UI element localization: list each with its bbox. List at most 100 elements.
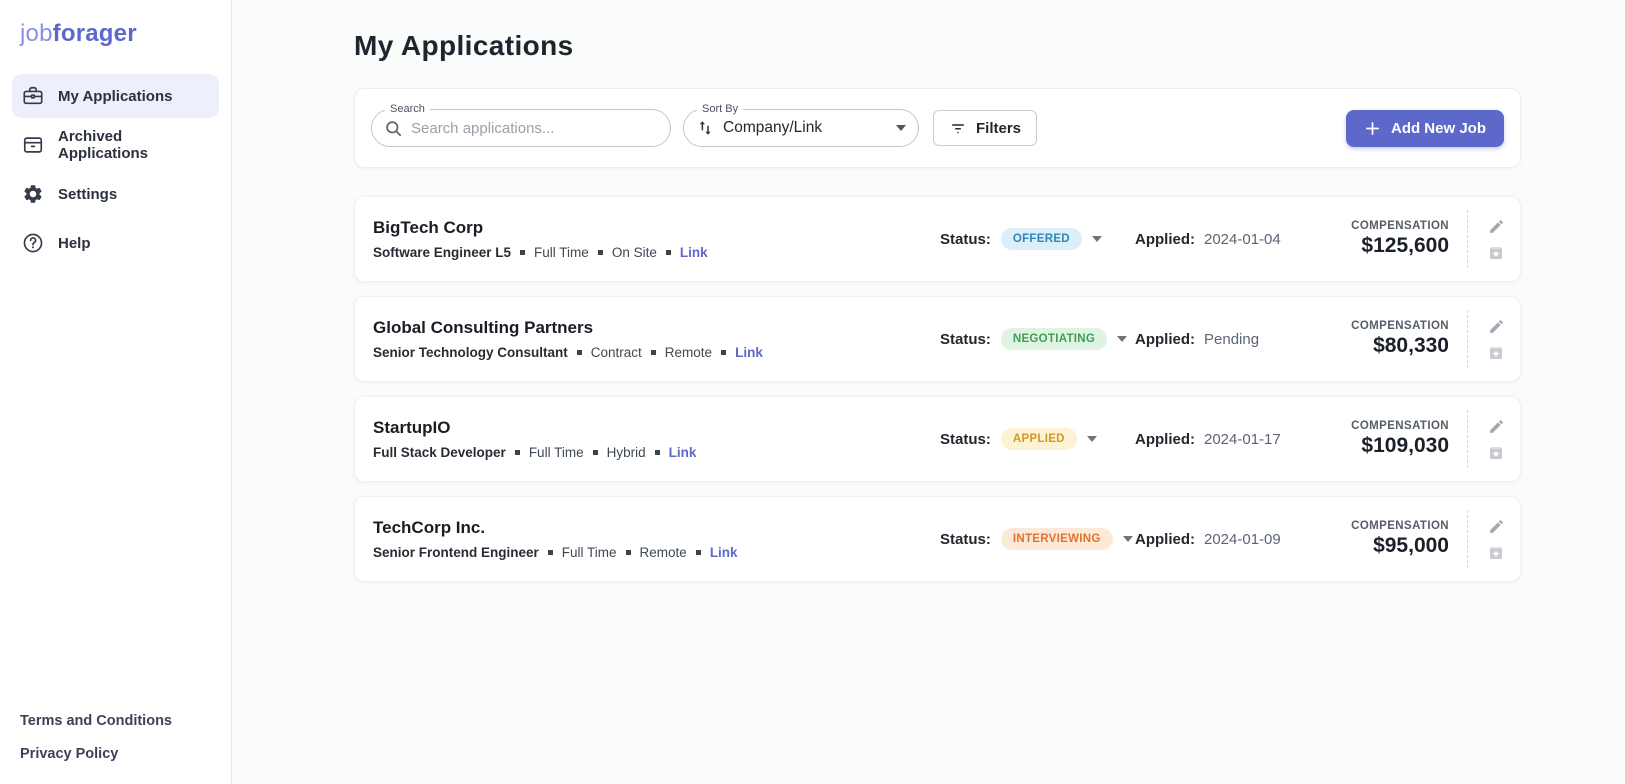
bullet-separator (514, 450, 520, 455)
edit-button[interactable] (1488, 318, 1505, 335)
sidebar-item-my-applications[interactable]: My Applications (12, 74, 219, 118)
applications-list: BigTech Corp Software Engineer L5 Full T… (354, 196, 1521, 582)
status-group: Status: APPLIED (940, 428, 1135, 450)
status-label: Status: (940, 230, 991, 248)
status-dropdown-icon[interactable] (1091, 236, 1102, 242)
employment-type: Contract (590, 345, 642, 360)
status-label: Status: (940, 330, 991, 348)
bullet-separator (665, 250, 671, 255)
application-card: TechCorp Inc. Senior Frontend Engineer F… (354, 496, 1521, 582)
location-type: Hybrid (606, 445, 646, 460)
company-name: TechCorp Inc. (373, 518, 486, 537)
filters-button[interactable]: Filters (933, 110, 1038, 146)
compensation-value: $95,000 (1373, 534, 1449, 557)
company-name: Global Consulting Partners (373, 318, 594, 337)
bullet-separator (695, 550, 701, 555)
main-content: My Applications Search Sort By Company/L… (232, 0, 1625, 784)
bullet-separator (625, 550, 631, 555)
toolbar: Search Sort By Company/Link Filters Add … (354, 88, 1521, 168)
job-link[interactable]: Link (710, 545, 738, 560)
job-role: Senior Frontend Engineer (373, 545, 539, 560)
job-info: TechCorp Inc. Senior Frontend Engineer F… (373, 518, 940, 560)
applied-date: 2024-01-09 (1204, 530, 1281, 548)
job-role: Senior Technology Consultant (373, 345, 568, 360)
applied-date: 2024-01-04 (1204, 230, 1281, 248)
edit-button[interactable] (1488, 418, 1505, 435)
filter-icon (952, 124, 964, 134)
company-name: BigTech Corp (373, 218, 484, 237)
compensation-label: COMPENSATION (1351, 220, 1449, 232)
applied-group: Applied: 2024-01-04 (1135, 231, 1317, 248)
edit-button[interactable] (1488, 518, 1505, 535)
job-link[interactable]: Link (735, 345, 763, 360)
compensation-value: $125,600 (1361, 234, 1449, 257)
bullet-separator (597, 250, 603, 255)
applied-group: Applied: 2024-01-09 (1135, 531, 1317, 548)
card-divider (1467, 310, 1468, 368)
applied-label: Applied: (1135, 530, 1195, 548)
card-divider (1467, 510, 1468, 568)
bullet-separator (654, 450, 660, 455)
card-divider (1467, 410, 1468, 468)
filters-label: Filters (976, 119, 1022, 137)
archive-button[interactable] (1488, 545, 1504, 561)
card-actions (1482, 518, 1510, 561)
archive-box-icon (1490, 446, 1502, 459)
job-link[interactable]: Link (680, 245, 708, 260)
sidebar-item-help[interactable]: Help (12, 221, 219, 265)
status-label: Status: (940, 430, 991, 448)
job-info: Global Consulting Partners Senior Techno… (373, 318, 940, 360)
archive-button[interactable] (1488, 445, 1504, 461)
archive-button[interactable] (1488, 245, 1504, 261)
pencil-icon (1489, 519, 1503, 533)
status-dropdown-icon[interactable] (1086, 436, 1097, 442)
status-badge[interactable]: APPLIED (1000, 428, 1077, 450)
status-dropdown-icon[interactable] (1117, 336, 1128, 342)
gear-icon (24, 185, 42, 203)
pencil-icon (1489, 419, 1503, 433)
sidebar-item-label: Help (58, 234, 91, 252)
employment-type: Full Time (534, 245, 589, 260)
sidebar-item-archived-applications[interactable]: Archived Applications (12, 123, 219, 167)
search-input[interactable] (411, 119, 656, 137)
archive-icon (23, 137, 43, 153)
card-actions (1482, 218, 1510, 261)
plus-icon (1365, 121, 1380, 135)
job-meta: Full Stack Developer Full Time Hybrid Li… (373, 445, 940, 460)
privacy-link[interactable]: Privacy Policy (20, 746, 172, 762)
compensation-label: COMPENSATION (1351, 320, 1449, 332)
compensation-value: $80,330 (1373, 334, 1449, 357)
status-badge[interactable]: OFFERED (1000, 228, 1082, 250)
archive-box-icon (1490, 246, 1502, 259)
status-dropdown-icon[interactable] (1122, 536, 1133, 542)
compensation-group: COMPENSATION $125,600 (1317, 220, 1449, 258)
sidebar-nav: My Applications Archived Applications Se… (12, 74, 219, 265)
job-link[interactable]: Link (669, 445, 697, 460)
status-badge[interactable]: NEGOTIATING (1000, 328, 1108, 350)
archive-box-icon (1490, 546, 1502, 559)
archive-button[interactable] (1488, 345, 1504, 361)
employment-type: Full Time (561, 545, 617, 560)
applied-date: 2024-01-17 (1204, 430, 1281, 448)
terms-link[interactable]: Terms and Conditions (20, 713, 172, 729)
sort-field-label: Sort By (697, 103, 744, 115)
application-card: BigTech Corp Software Engineer L5 Full T… (354, 196, 1521, 282)
edit-button[interactable] (1488, 218, 1505, 235)
archive-box-icon (1490, 346, 1502, 359)
logo-suffix: forager (52, 20, 137, 47)
sort-arrows-icon (699, 121, 711, 135)
sidebar-item-settings[interactable]: Settings (12, 172, 219, 216)
compensation-group: COMPENSATION $95,000 (1317, 520, 1449, 558)
bullet-separator (592, 450, 598, 455)
location-type: Remote (664, 345, 713, 360)
sort-by-select[interactable]: Sort By Company/Link (683, 103, 919, 147)
application-card: Global Consulting Partners Senior Techno… (354, 296, 1521, 382)
card-divider (1467, 210, 1468, 268)
card-actions (1482, 318, 1510, 361)
employment-type: Full Time (528, 445, 584, 460)
add-new-job-button[interactable]: Add New Job (1345, 109, 1504, 147)
status-badge[interactable]: INTERVIEWING (1000, 528, 1113, 550)
search-field[interactable]: Search (371, 103, 671, 147)
job-info: BigTech Corp Software Engineer L5 Full T… (373, 218, 940, 260)
help-icon (23, 233, 43, 253)
